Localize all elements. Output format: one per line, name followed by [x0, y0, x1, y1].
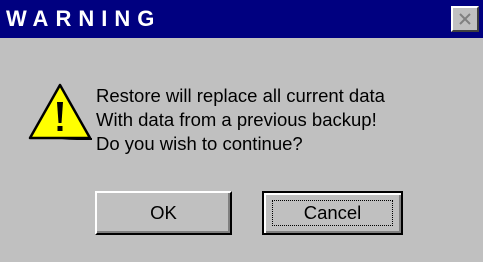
message-line: With data from a previous backup! [96, 109, 377, 130]
dialog-message: Restore will replace all current data Wi… [96, 84, 385, 156]
cancel-button-label: Cancel [303, 202, 362, 223]
warning-triangle-icon [28, 83, 92, 140]
ok-button-label: OK [150, 202, 177, 223]
close-icon [459, 13, 471, 25]
message-line: Do you wish to continue? [96, 133, 303, 154]
close-button[interactable] [451, 6, 479, 32]
dialog-title: WARNING [6, 6, 162, 31]
warning-dialog: WARNING Restore will replace all current… [0, 0, 483, 262]
ok-button[interactable]: OK [95, 191, 232, 235]
cancel-button[interactable]: Cancel [262, 191, 403, 235]
message-line: Restore will replace all current data [96, 85, 385, 106]
title-bar[interactable]: WARNING [0, 0, 483, 38]
